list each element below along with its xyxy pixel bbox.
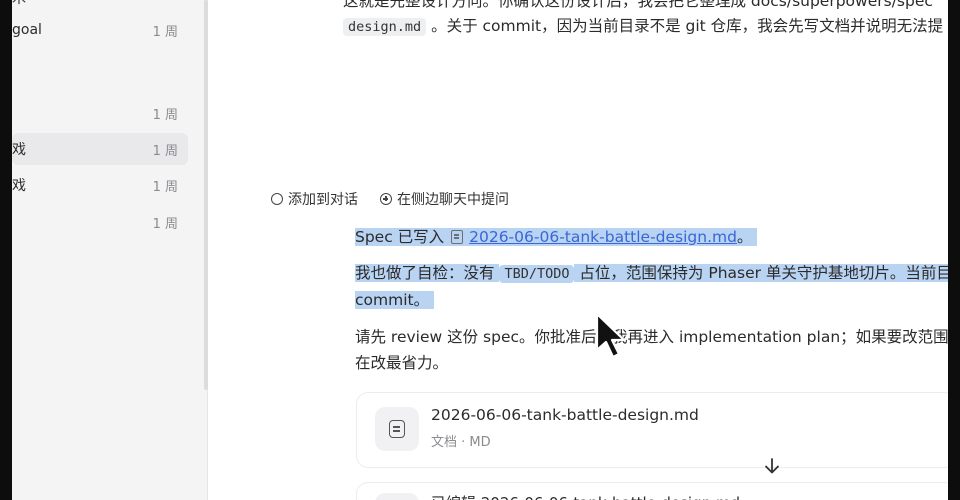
self-check-line1: 我也做了自检：没有 TBD/TODO 占位，范围保持为 Phaser 单关守护基…: [355, 260, 948, 287]
sidebar: 木 goal 1 周 1 周 戏 1 周 戏 1 周 1 周: [12, 0, 208, 500]
ask-in-side-chat-button[interactable]: 在侧边聊天中提问: [380, 189, 509, 209]
self-check-line2-text: commit。: [355, 291, 430, 309]
spec-file-link[interactable]: 2026-06-06-tank-battle-design.md: [469, 228, 737, 246]
sidebar-item-label: 戏: [12, 142, 26, 158]
file-card-meta: 文档 · MD: [431, 435, 491, 450]
window-edge-left: [0, 0, 12, 500]
add-to-chat-button[interactable]: 添加到对话: [271, 189, 358, 209]
sidebar-top-fragment: 木: [12, 0, 26, 8]
sidebar-item-age: 1 周: [152, 107, 178, 123]
self-check-prefix: 我也做了自检：没有: [355, 264, 495, 282]
spec-written-line: Spec 已写入 2026-06-06-tank-battle-design.m…: [355, 224, 758, 250]
review-line1: 请先 review 这份 spec。你批准后，我再进入 implementati…: [355, 328, 948, 346]
self-check-rest: 占位，范围保持为 Phaser 单关守护基地切片。当前目: [579, 264, 948, 282]
message-top-line2: design.md 。关于 commit，因为当前目录不是 git 仓库，我会先…: [343, 13, 943, 40]
review-line2: 在改最省力。: [355, 354, 449, 372]
scroll-to-bottom-button[interactable]: [756, 452, 788, 480]
sidebar-item-age: 1 周: [152, 179, 178, 195]
sidebar-item[interactable]: 戏 1 周: [12, 169, 188, 201]
chat-bubble-icon: [271, 193, 283, 205]
selection-toolbar: 添加到对话 在侧边聊天中提问: [265, 185, 515, 213]
sidebar-item-age: 1 周: [152, 24, 178, 40]
message-top-line2-text: 。关于 commit，因为当前目录不是 git 仓库，我会先写文档并说明无法提: [431, 17, 944, 35]
app-window: 木 goal 1 周 1 周 戏 1 周 戏 1 周 1 周 这就是先整设计方向…: [12, 0, 948, 500]
sidebar-item-goal[interactable]: goal 1 周: [12, 14, 188, 46]
spec-suffix: 。: [736, 228, 753, 246]
sidebar-item[interactable]: 1 周: [12, 206, 188, 238]
file-icon: [451, 230, 464, 244]
chat-panel: 这就是先整设计方向。你确认这份设计后，我会把它整理成 docs/superpow…: [208, 0, 948, 500]
document-icon: [375, 493, 419, 500]
spec-prefix: Spec 已写入: [355, 228, 445, 246]
message-top-line1: 这就是先整设计方向。你确认这份设计后，我会把它整理成 docs/superpow…: [343, 0, 933, 10]
arrow-down-icon: [765, 458, 779, 474]
document-icon: [375, 407, 419, 451]
plus-circle-icon: [380, 193, 392, 205]
sidebar-item-age: 1 周: [152, 216, 178, 232]
sidebar-item-label: 戏: [12, 178, 26, 194]
file-card[interactable]: 2026-06-06-tank-battle-design.md 文档 · MD: [356, 392, 948, 468]
sidebar-item-active[interactable]: 戏 1 周: [12, 133, 188, 165]
sidebar-item-age: 1 周: [152, 143, 178, 159]
edited-file-card[interactable]: 已编辑 2026-06-06-tank-battle-design.md: [356, 482, 948, 500]
mouse-pointer-icon: [595, 312, 626, 359]
sidebar-item[interactable]: 1 周: [12, 97, 188, 129]
self-check-line2: commit。: [355, 287, 435, 313]
ask-in-side-chat-label: 在侧边聊天中提问: [397, 192, 509, 208]
sidebar-item-label: goal: [12, 22, 42, 38]
inline-code-filename: design.md: [343, 18, 427, 36]
window-edge-right: [948, 0, 960, 500]
file-card-name: 2026-06-06-tank-battle-design.md: [431, 406, 699, 424]
inline-code-tbd: TBD/TODO: [499, 265, 575, 283]
add-to-chat-label: 添加到对话: [288, 192, 358, 208]
edited-file-card-name: 已编辑 2026-06-06-tank-battle-design.md: [431, 492, 740, 500]
